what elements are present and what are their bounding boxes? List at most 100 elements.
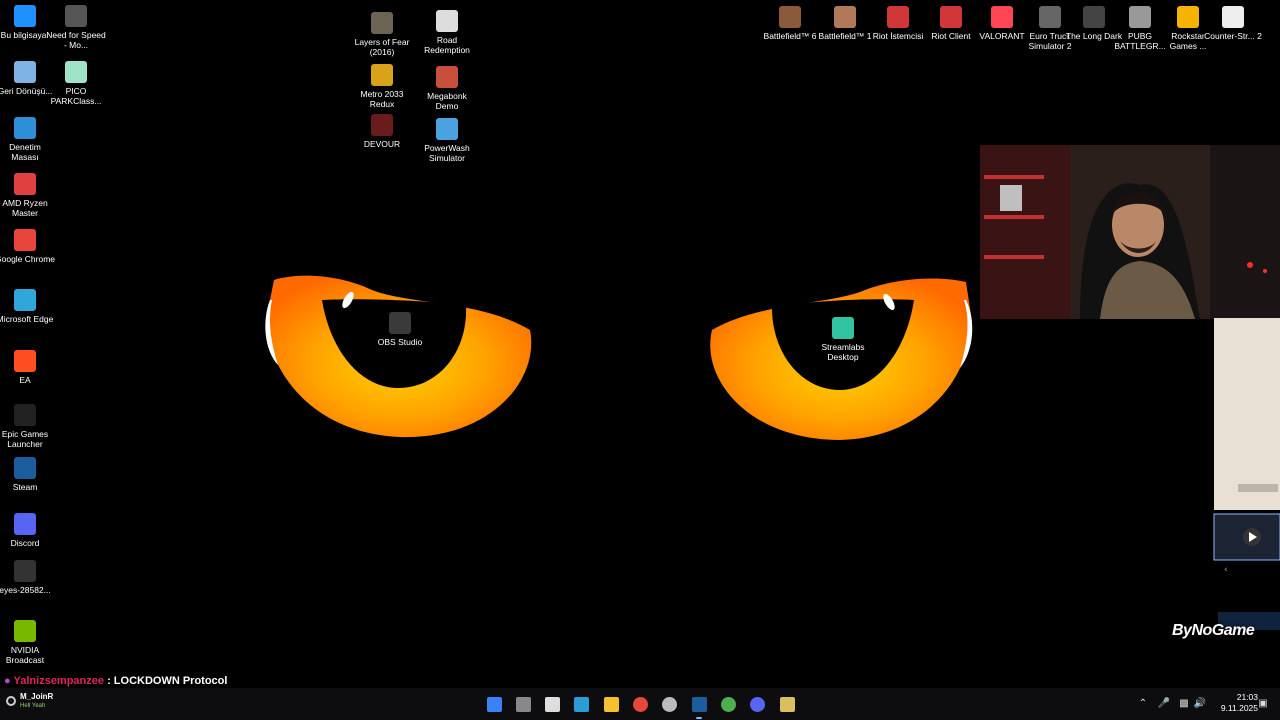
streamlabs-icon — [832, 317, 854, 339]
desktop-icon-powerwash[interactable]: PowerWash Simulator — [417, 118, 477, 163]
desktop-icon-label: PowerWash Simulator — [424, 143, 470, 163]
cs2-icon — [1222, 6, 1244, 28]
desktop-icon-label: Counter-Str... 2 — [1204, 31, 1262, 41]
image-file-icon — [14, 560, 36, 582]
taskbar-discord-button[interactable] — [746, 692, 770, 716]
desktop-icon-label: Denetim Masası — [9, 142, 41, 162]
pubg-icon — [1129, 6, 1151, 28]
task-view-icon — [515, 696, 531, 712]
nvidia-icon — [14, 620, 36, 642]
taskbar-chrome-button[interactable] — [629, 692, 653, 716]
desktop-icon-label: Discord — [10, 538, 40, 548]
desktop-icon-label: Road Redemption — [424, 35, 470, 55]
desktop-icon-devour[interactable]: DEVOUR — [352, 114, 412, 149]
nfs-game-icon — [65, 5, 87, 27]
desktop-icon-label: NVIDIA Broadcast — [5, 645, 45, 665]
long-dark-icon — [1083, 6, 1105, 28]
powerwash-icon — [436, 118, 458, 140]
desktop-icon-battlefield1[interactable]: Battlefield™ 1 — [815, 6, 875, 41]
taskbar-chrome-alt-button[interactable] — [716, 692, 740, 716]
volume-icon[interactable]: 🔊 — [1193, 696, 1207, 710]
desktop-icon-battlefield6[interactable]: Battlefield™ 6 — [760, 6, 820, 41]
desktop-icon-label: Epic Games Launcher — [1, 429, 49, 449]
photos-icon — [574, 696, 590, 712]
desktop-icon-label: PICO PARKClass... — [50, 86, 102, 106]
taskbar-file-explorer-button[interactable] — [599, 692, 623, 716]
computer-icon — [14, 5, 36, 27]
desktop-icon-label: Google Chrome — [0, 254, 56, 264]
media-icon — [779, 696, 795, 712]
desktop-icon-megabonk[interactable]: Megabonk Demo — [417, 66, 477, 111]
taskbar-task-view-button[interactable] — [511, 692, 535, 716]
chat-message: LOCKDOWN Protocol — [113, 675, 228, 687]
desktop-icon-streamlabs[interactable]: Streamlabs Desktop — [813, 317, 873, 362]
taskbar-clock[interactable]: 21:03 9.11.2025 — [1221, 692, 1258, 714]
desktop-icon-label: Battlefield™ 1 — [818, 31, 872, 41]
desktop-icon-image-file[interactable]: eyes-28582... — [0, 560, 55, 595]
ets2-icon — [1039, 6, 1061, 28]
desktop-icon-label: eyes-28582... — [0, 585, 51, 595]
clock-time: 21:03 — [1236, 692, 1258, 702]
wallpaper-cat-eyes — [265, 275, 973, 440]
control-panel-icon — [14, 117, 36, 139]
layers-of-fear-icon — [371, 12, 393, 34]
taskbar-snipping-button[interactable] — [541, 692, 565, 716]
desktop-icon-discord[interactable]: Discord — [0, 513, 55, 548]
taskbar-widget[interactable]: M_JoinR Hell Yeah — [6, 692, 53, 710]
desktop-icon-road-redemption[interactable]: Road Redemption — [417, 10, 477, 55]
desktop-icon-label: Riot İstemcisi — [872, 31, 924, 41]
notification-icon[interactable]: ▣ — [1256, 696, 1270, 710]
desktop-icon-label: DEVOUR — [363, 139, 401, 149]
microphone-icon[interactable]: 🎤 — [1157, 696, 1171, 710]
amd-ryzen-icon — [14, 173, 36, 195]
webcam-overlay — [980, 145, 1280, 319]
desktop-icon-layers-of-fear[interactable]: Layers of Fear (2016) — [352, 12, 412, 57]
desktop-icon-pico-park[interactable]: PICO PARKClass... — [46, 61, 106, 106]
file-explorer-icon — [603, 696, 619, 712]
desktop-icon-chrome[interactable]: Google Chrome — [0, 229, 55, 264]
tray-overflow-icon[interactable]: ⌃ — [1136, 696, 1150, 710]
chat-username: Yalnizsempanzee — [13, 675, 105, 687]
ea-icon — [14, 350, 36, 372]
network-icon[interactable]: ▩ — [1177, 696, 1191, 710]
desktop-icon-label: Megabonk Demo — [427, 91, 467, 111]
taskbar-photos-button[interactable] — [570, 692, 594, 716]
taskbar-steam-button[interactable] — [687, 692, 711, 719]
snipping-icon — [545, 696, 561, 712]
obs-icon — [389, 312, 411, 334]
desktop-icon-amd-ryzen[interactable]: AMD Ryzen Master — [0, 173, 55, 218]
desktop-icon-edge[interactable]: Microsoft Edge — [0, 289, 55, 324]
desktop-icon-obs[interactable]: OBS Studio — [370, 312, 430, 347]
widget-subtitle: Hell Yeah — [20, 703, 46, 709]
desktop-icon-epic-games[interactable]: Epic Games Launcher — [0, 404, 55, 449]
desktop-icon-label: AMD Ryzen Master — [2, 198, 48, 218]
desktop-icon-label: Microsoft Edge — [0, 314, 54, 324]
taskbar-chatgpt-button[interactable] — [658, 692, 682, 716]
chat-overlay: ● Yalnizsempanzee : LOCKDOWN Protocol — [4, 675, 227, 687]
discord-icon — [750, 696, 766, 712]
desktop-icon-label: Battlefield™ 6 — [763, 31, 817, 41]
chrome-icon — [14, 229, 36, 251]
riot-client-icon — [940, 6, 962, 28]
discord-icon — [14, 513, 36, 535]
desktop-icon-control-panel[interactable]: Denetim Masası — [0, 117, 55, 162]
desktop-icon-label: Need for Speed - Mo... — [46, 30, 106, 50]
devour-icon — [371, 114, 393, 136]
chat-mic-icon: ● — [4, 675, 11, 687]
desktop-icon-riot[interactable]: Riot İstemcisi — [868, 6, 928, 41]
desktop-icon-cs2[interactable]: Counter-Str... 2 — [1203, 6, 1263, 41]
desktop-icon-steam[interactable]: Steam — [0, 457, 55, 492]
desktop-icon-ea[interactable]: EA — [0, 350, 55, 385]
rockstar-icon — [1177, 6, 1199, 28]
desktop-icon-nfs-game[interactable]: Need for Speed - Mo... — [46, 5, 106, 50]
desktop-icon-label: OBS Studio — [377, 337, 423, 347]
battlefield6-icon — [779, 6, 801, 28]
taskbar: M_JoinR Hell Yeah ⌃ 🎤 ▩ 🔊 21:03 9.11.202… — [0, 688, 1280, 720]
taskbar-windows-start-button[interactable] — [482, 692, 506, 716]
chatgpt-icon — [662, 696, 678, 712]
desktop-icon-label: Streamlabs Desktop — [821, 342, 865, 362]
desktop-icon-metro[interactable]: Metro 2033 Redux — [352, 64, 412, 109]
taskbar-media-button[interactable] — [775, 692, 799, 716]
widget-title: M_JoinR — [20, 692, 54, 701]
desktop-icon-nvidia[interactable]: NVIDIA Broadcast — [0, 620, 55, 665]
